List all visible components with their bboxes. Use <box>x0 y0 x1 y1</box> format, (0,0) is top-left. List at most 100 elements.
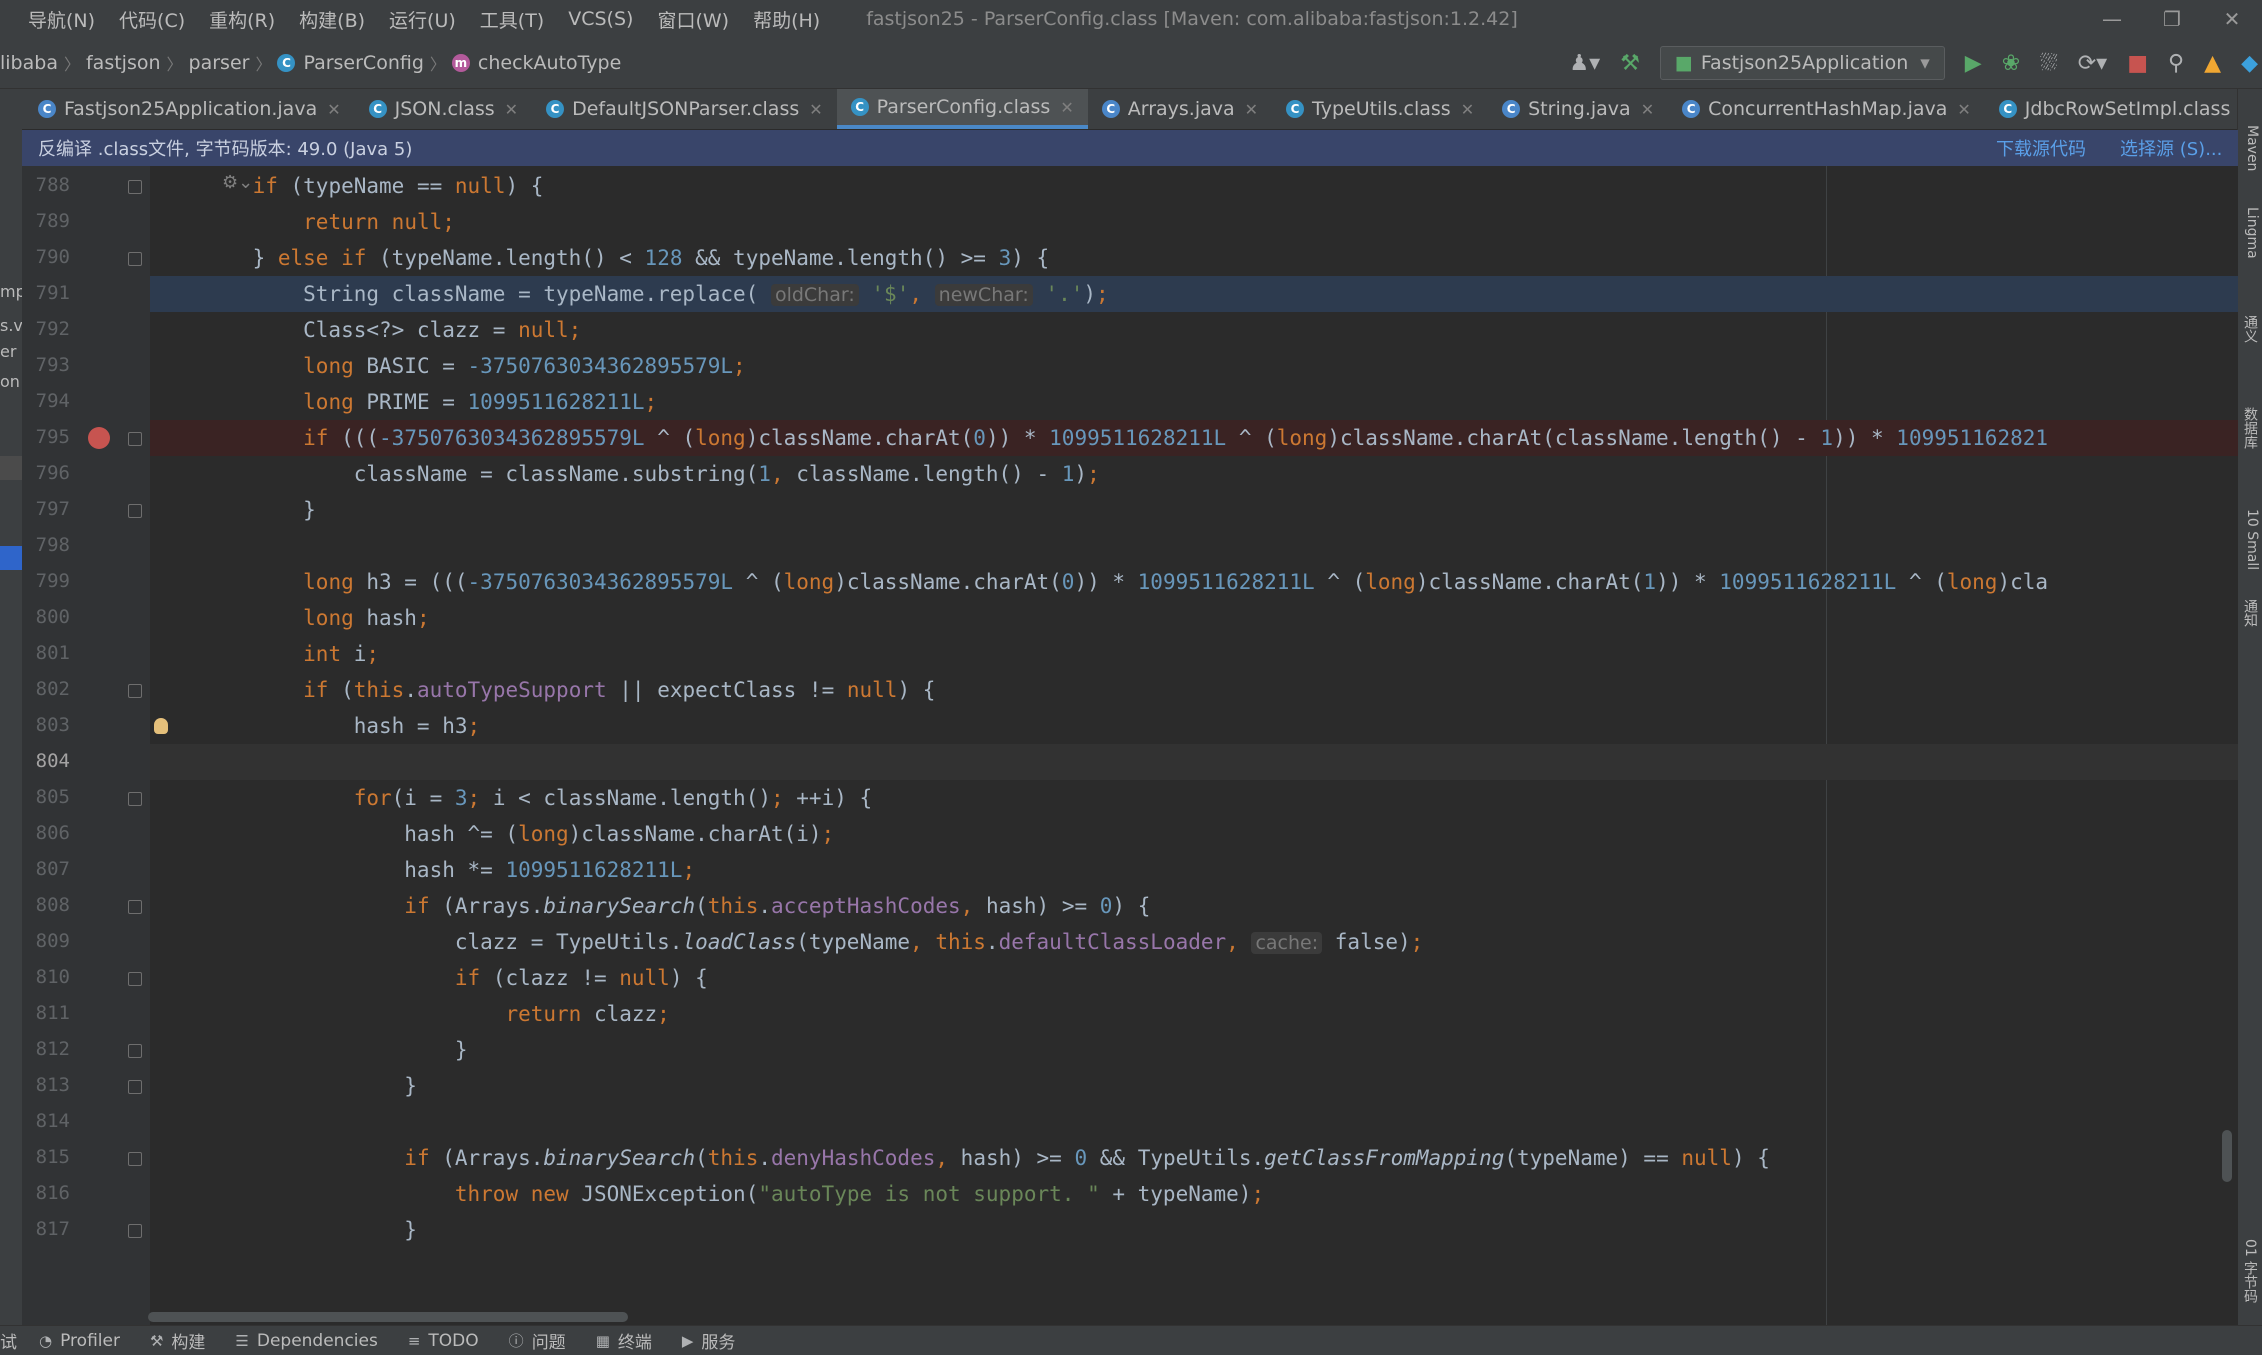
line-number[interactable]: 795 <box>22 426 70 448</box>
tab-fastjson25application[interactable]: C Fastjson25Application.java ✕ <box>0 89 355 129</box>
menu-vcs[interactable]: VCS(S) <box>556 8 645 30</box>
horizontal-scrollbar[interactable] <box>148 1312 628 1322</box>
code-line[interactable]: } else if (typeName.length() < 128 && ty… <box>22 240 2238 276</box>
code-line[interactable]: className = className.substring(1, class… <box>22 456 2238 492</box>
plugin-icon[interactable]: ◆ <box>2241 51 2258 76</box>
code-line[interactable]: throw new JSONException("autoType is not… <box>22 1176 2238 1212</box>
code-line[interactable]: if (((-3750763034362895579L ^ (long)clas… <box>150 420 2238 456</box>
code-line[interactable]: String className = typeName.replace( old… <box>150 276 2238 312</box>
download-sources-link[interactable]: 下载源代码 <box>1996 135 2086 161</box>
code-line[interactable]: } <box>22 1068 2238 1104</box>
tab-defaultjsonparser[interactable]: C DefaultJSONParser.class ✕ <box>532 89 837 129</box>
profiler-tool-button[interactable]: ◔ Profiler <box>39 1331 120 1351</box>
code-line[interactable]: if (Arrays.binarySearch(this.acceptHashC… <box>22 888 2238 924</box>
breadcrumb-item[interactable]: libaba <box>0 52 58 74</box>
code-line[interactable]: } <box>22 492 2238 528</box>
breadcrumb-item[interactable]: ParserConfig <box>303 52 423 74</box>
tab-concurrenthashmap[interactable]: C ConcurrentHashMap.java ✕ <box>1668 89 1985 129</box>
tab-json-class[interactable]: C JSON.class ✕ <box>355 89 532 129</box>
code-line[interactable]: int i; <box>22 636 2238 672</box>
menu-code[interactable]: 代码(C) <box>107 6 197 33</box>
bytecode-tool-button[interactable]: 01 字节码 <box>2240 1239 2260 1303</box>
choose-sources-link[interactable]: 选择源 (S)... <box>2120 135 2222 161</box>
database-tool-button[interactable]: 数据库 <box>2240 407 2260 449</box>
close-tab-icon[interactable]: ✕ <box>327 100 340 119</box>
vertical-scrollbar[interactable] <box>2222 1130 2232 1182</box>
code-line[interactable]: if (this.autoTypeSupport || expectClass … <box>22 672 2238 708</box>
close-tab-icon[interactable]: ✕ <box>1957 100 1970 119</box>
run-configuration-select[interactable]: ■ Fastjson25Application ▾ <box>1659 46 1945 80</box>
coverage-icon[interactable]: ⛆ <box>2040 51 2058 76</box>
debug-icon[interactable]: ❀ <box>2002 51 2020 76</box>
tab-parserconfig[interactable]: C ParserConfig.class ✕ <box>836 89 1088 129</box>
maven-tool-button[interactable]: Maven <box>2240 125 2260 171</box>
minimize-icon[interactable]: — <box>2082 0 2142 38</box>
project-panel-edge[interactable]: mp s.v er on <box>0 129 22 1325</box>
stop-icon[interactable]: ■ <box>2127 51 2148 76</box>
close-tab-icon[interactable]: ✕ <box>1060 98 1073 117</box>
code-line[interactable]: hash ^= (long)className.charAt(i); <box>22 816 2238 852</box>
build-tool-button[interactable]: ⚒ 构建 <box>150 1328 205 1354</box>
code-line[interactable]: hash = h3; <box>22 708 2238 744</box>
close-tab-icon[interactable]: ✕ <box>1461 100 1474 119</box>
user-icon[interactable]: ♟▾ <box>1569 51 1600 76</box>
code-line[interactable]: return clazz; <box>22 996 2238 1032</box>
menu-build[interactable]: 构建(B) <box>287 6 377 33</box>
close-tab-icon[interactable]: ✕ <box>505 100 518 119</box>
close-tab-icon[interactable]: ✕ <box>1245 100 1258 119</box>
menu-run[interactable]: 运行(U) <box>377 6 468 33</box>
lingma-tool-button[interactable]: Lingma <box>2240 207 2260 259</box>
code-editor[interactable]: 7877887897907917927937947957967977987998… <box>22 166 2238 1325</box>
menu-window[interactable]: 窗口(W) <box>645 6 741 33</box>
code-line[interactable]: long hash; <box>22 600 2238 636</box>
maximize-icon[interactable]: ❐ <box>2142 0 2202 38</box>
code-line[interactable]: long BASIC = -3750763034362895579L; <box>22 348 2238 384</box>
code-line[interactable]: long PRIME = 1099511628211L; <box>22 384 2238 420</box>
terminal-tool-button[interactable]: ▦ 终端 <box>596 1328 652 1354</box>
breakpoint-icon[interactable] <box>88 427 110 449</box>
line-number[interactable]: 804 <box>22 750 70 772</box>
code-line[interactable]: if (clazz != null) { <box>22 960 2238 996</box>
code-line[interactable]: } <box>22 1212 2238 1248</box>
code-line[interactable]: return null; <box>22 204 2238 240</box>
code-line[interactable] <box>22 1104 2238 1140</box>
line-number[interactable]: 791 <box>22 282 70 304</box>
close-tab-icon[interactable]: ✕ <box>809 100 822 119</box>
code-line[interactable] <box>22 528 2238 564</box>
menu-navigate[interactable]: 导航(N) <box>0 6 107 33</box>
run-icon[interactable]: ▶ <box>1965 51 1982 76</box>
code-line[interactable] <box>150 744 2238 780</box>
breadcrumb-item[interactable]: checkAutoType <box>478 52 621 74</box>
menu-help[interactable]: 帮助(H) <box>741 6 832 33</box>
code-line[interactable]: hash *= 1099511628211L; <box>22 852 2238 888</box>
code-line[interactable]: if (typeName == null) { <box>22 168 2238 204</box>
tab-jdbcrowsetimpl[interactable]: C JdbcRowSetImpl.class <box>1985 89 2245 129</box>
code-line[interactable]: clazz = TypeUtils.loadClass(typeName, th… <box>22 924 2238 960</box>
menu-refactor[interactable]: 重构(R) <box>197 6 287 33</box>
profile-icon[interactable]: ⟳▾ <box>2078 51 2107 76</box>
small-tool-button[interactable]: 10 Small <box>2240 509 2260 570</box>
search-icon[interactable]: ⚲ <box>2168 51 2184 76</box>
services-tool-button[interactable]: ▶ 服务 <box>682 1328 736 1354</box>
update-icon[interactable]: ▲ <box>2204 51 2221 76</box>
notifications-tool-button[interactable]: 通知 <box>2240 599 2260 627</box>
tab-string[interactable]: C String.java ✕ <box>1488 89 1668 129</box>
code-line[interactable]: for(i = 3; i < className.length(); ++i) … <box>22 780 2238 816</box>
breadcrumb-item[interactable]: fastjson <box>86 52 161 74</box>
code-line[interactable]: if (Arrays.binarySearch(this.denyHashCod… <box>22 1140 2238 1176</box>
code-line[interactable]: long h3 = (((-3750763034362895579L ^ (lo… <box>22 564 2238 600</box>
tab-arrays[interactable]: C Arrays.java ✕ <box>1088 89 1272 129</box>
hammer-icon[interactable]: ⚒ <box>1620 51 1640 76</box>
close-tab-icon[interactable]: ✕ <box>1641 100 1654 119</box>
code-line[interactable]: } <box>22 1032 2238 1068</box>
tab-typeutils[interactable]: C TypeUtils.class ✕ <box>1272 89 1488 129</box>
test-tool-button[interactable]: 试 <box>0 1328 17 1353</box>
code-line[interactable]: Class<?> clazz = null; <box>22 312 2238 348</box>
menu-tools[interactable]: 工具(T) <box>468 6 556 33</box>
breadcrumb-item[interactable]: parser <box>189 52 250 74</box>
fold-marker-icon[interactable] <box>128 432 142 446</box>
tongyi-tool-button[interactable]: 通义 <box>2240 315 2260 343</box>
todo-tool-button[interactable]: ≡ TODO <box>408 1331 479 1351</box>
close-icon[interactable]: ✕ <box>2202 0 2262 38</box>
dependencies-tool-button[interactable]: ☰ Dependencies <box>235 1331 377 1351</box>
